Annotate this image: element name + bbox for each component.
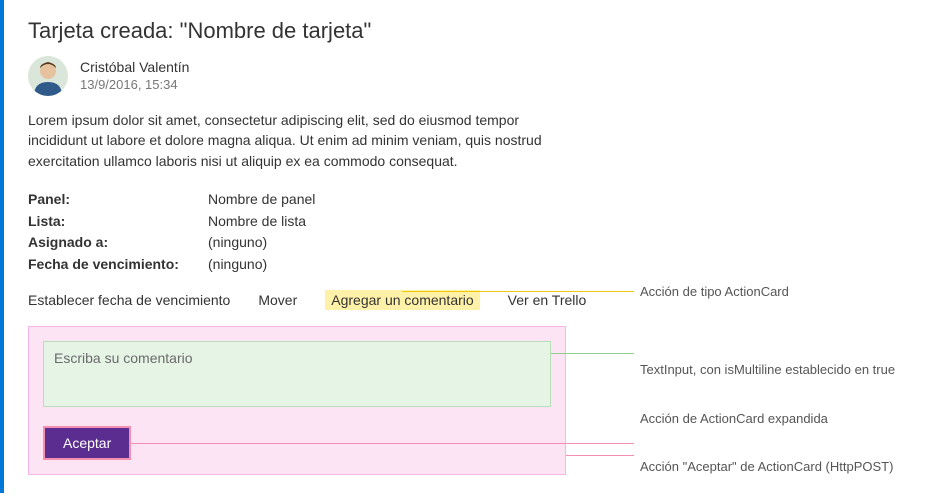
author-name: Cristóbal Valentín	[80, 58, 189, 76]
action-add-comment[interactable]: Agregar un comentario	[325, 290, 479, 310]
annotation-expanded: Acción de ActionCard expandida	[640, 411, 828, 426]
fact-value: Nombre de lista	[208, 211, 306, 233]
comment-textarea[interactable]	[43, 341, 551, 407]
card-title: Tarjeta creada: "Nombre de tarjeta"	[28, 18, 566, 44]
message-card: Tarjeta creada: "Nombre de tarjeta" Cris…	[0, 0, 590, 493]
facts-table: Panel: Nombre de panel Lista: Nombre de …	[28, 189, 566, 276]
annotation-actioncard: Acción de tipo ActionCard	[640, 284, 789, 299]
author-row: Cristóbal Valentín 13/9/2016, 15:34	[28, 56, 566, 96]
fact-label: Fecha de vencimiento:	[28, 254, 208, 276]
action-view-trello[interactable]: Ver en Trello	[508, 292, 587, 308]
annotation-httppost: Acción "Aceptar" de ActionCard (HttpPOST…	[640, 459, 893, 474]
fact-row: Lista: Nombre de lista	[28, 211, 566, 233]
annotation-leader	[566, 455, 634, 456]
fact-label: Asignado a:	[28, 232, 208, 254]
fact-row: Asignado a: (ninguno)	[28, 232, 566, 254]
fact-row: Panel: Nombre de panel	[28, 189, 566, 211]
fact-row: Fecha de vencimiento: (ninguno)	[28, 254, 566, 276]
avatar	[28, 56, 68, 96]
fact-value: (ninguno)	[208, 232, 267, 254]
annotation-leader	[402, 291, 634, 292]
card-body: Lorem ipsum dolor sit amet, consectetur …	[28, 110, 548, 171]
actions-row: Establecer fecha de vencimiento Mover Ag…	[28, 290, 566, 310]
fact-value: Nombre de panel	[208, 189, 315, 211]
fact-label: Lista:	[28, 211, 208, 233]
action-move[interactable]: Mover	[258, 292, 297, 308]
action-set-due[interactable]: Establecer fecha de vencimiento	[28, 292, 230, 308]
author-date: 13/9/2016, 15:34	[80, 77, 189, 94]
actioncard-expanded-panel: Aceptar	[28, 326, 566, 475]
fact-value: (ninguno)	[208, 254, 267, 276]
annotation-leader	[551, 353, 634, 354]
accept-button[interactable]: Aceptar	[43, 426, 131, 460]
annotation-textinput: TextInput, con isMultiline establecido e…	[640, 362, 895, 377]
annotation-leader	[131, 443, 634, 444]
fact-label: Panel:	[28, 189, 208, 211]
